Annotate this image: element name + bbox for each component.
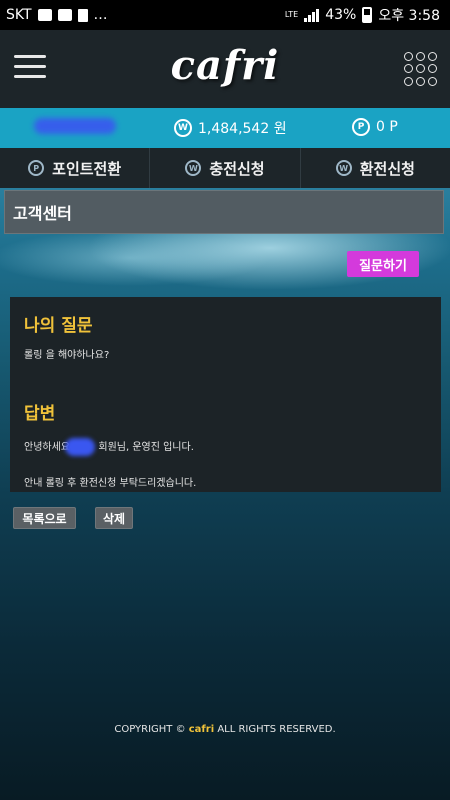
points-display: P 0 P [352,118,398,136]
copyright-prefix: COPYRIGHT © [114,724,189,735]
menu-point-conversion[interactable]: P 포인트전환 [0,148,151,188]
image-notification-icon [37,9,52,21]
points-amount: 0 P [376,119,398,135]
answer-line-1: 안녕하세요 회원님, 운영진 입니다. [24,438,427,456]
more-notifications-icon: … [93,7,110,23]
question-text: 롤링 을 해야하나요? [24,350,110,361]
answer-greeting: 안녕하세요 [24,442,70,453]
answer-line-2: 안내 롤링 후 환전신청 부탁드리겠습니다. [24,478,197,489]
app-grid-icon[interactable] [404,52,438,86]
back-to-list-button[interactable]: 목록으로 [13,507,76,529]
signal-icon [304,8,320,22]
underwater-background [0,188,450,800]
copyright-brand: cafri [188,724,215,735]
footer-copyright: COPYRIGHT © cafri ALL RIGHTS RESERVED. [0,724,450,735]
balance-display: W 1,484,542 원 [174,118,287,138]
member-name-redacted [65,438,96,456]
answer-heading: 답변 [24,404,56,424]
page-title: 고객센터 [4,190,444,234]
point-icon: P [28,160,45,176]
battery-icon [362,7,373,23]
clock: 오후 3:58 [378,8,440,24]
menu-label: 포인트전환 [52,159,122,178]
site-logo[interactable]: cafri [0,42,450,89]
copyright-suffix: ALL RIGHTS RESERVED. [214,724,336,735]
exchange-icon: W [335,160,352,176]
delete-button[interactable]: 삭제 [95,507,133,529]
action-menu: P 포인트전환 W 충전신청 W 환전신청 [0,148,450,188]
menu-label: 충전신청 [209,159,265,178]
answer-greeting-suffix: 회원님, 운영진 입니다. [98,442,194,453]
b-app-notification-icon [77,8,88,22]
battery-percent: 43% [325,7,357,23]
status-bar: SKT … LTE 43% 오후 3:58 [0,0,450,30]
charge-icon: W [185,160,202,176]
qa-panel: 나의 질문 롤링 을 해야하나요? 답변 안녕하세요 회원님, 운영진 입니다.… [10,297,441,492]
menu-charge-request[interactable]: W 충전신청 [150,148,301,188]
network-type: LTE [284,10,299,19]
question-heading: 나의 질문 [24,316,93,336]
carrier-label: SKT [6,7,32,23]
site-header: cafri [0,30,450,108]
won-coin-icon: W [174,119,192,137]
ask-question-button[interactable]: 질문하기 [347,251,419,277]
balance-amount: 1,484,542 원 [198,121,287,137]
menu-exchange-request[interactable]: W 환전신청 [301,148,450,188]
menu-label: 환전신청 [359,159,415,178]
username-redacted [34,118,116,134]
point-coin-icon: P [352,118,370,136]
message-notification-icon [57,9,72,21]
account-info-bar: W 1,484,542 원 P 0 P [0,108,450,148]
